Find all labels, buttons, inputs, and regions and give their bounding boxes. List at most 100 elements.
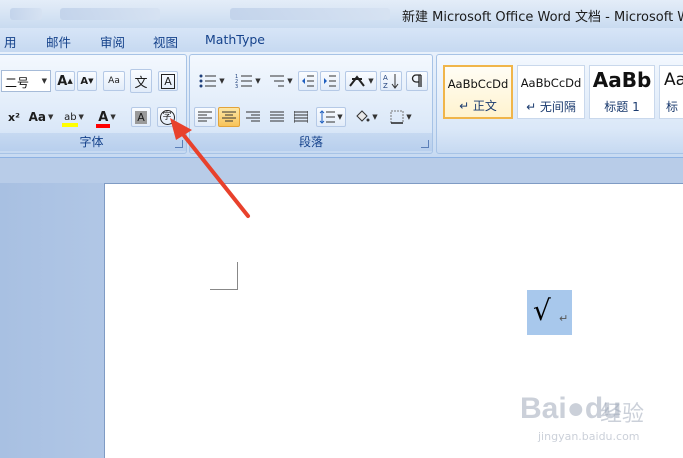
character-shading-button[interactable]: A: [131, 107, 151, 127]
paragraph-mark: ↵: [559, 312, 569, 325]
multilevel-list-button[interactable]: ▼: [266, 71, 296, 91]
font-size-select[interactable]: 二号 ▼: [1, 70, 51, 92]
shading-button[interactable]: ▼: [350, 107, 382, 127]
tab-references[interactable]: 用: [4, 32, 17, 51]
borders-icon: [390, 110, 404, 124]
highlighter-icon: ab: [62, 111, 79, 127]
font-group-label: 字体: [0, 133, 186, 151]
character-border-button[interactable]: A: [158, 71, 178, 91]
align-right-button[interactable]: [242, 107, 264, 127]
multilevel-list-icon: [270, 75, 285, 87]
chevron-down-icon: ▼: [48, 113, 54, 121]
decrease-indent-icon: [302, 75, 314, 87]
decrease-indent-button[interactable]: [298, 71, 318, 91]
style-heading-2[interactable]: Aa 标: [659, 65, 683, 119]
grow-font-button[interactable]: A ▲: [55, 71, 75, 91]
style-heading-1[interactable]: AaBb 标题 1: [589, 65, 655, 119]
tab-mailings[interactable]: 邮件: [46, 32, 71, 51]
style-sample: Aa: [664, 70, 683, 90]
watermark-text: 经验: [600, 402, 645, 427]
show-marks-button[interactable]: [406, 71, 428, 91]
chevron-down-icon: ▼: [287, 77, 293, 85]
character-shading-icon: A: [135, 110, 147, 124]
tab-review[interactable]: 审阅: [100, 32, 125, 51]
align-center-icon: [222, 111, 236, 122]
style-normal[interactable]: AaBbCcDd ↵ 正文: [443, 65, 513, 119]
grow-font-icon: A: [57, 73, 68, 89]
align-center-button[interactable]: [218, 107, 240, 127]
font-size-value: 二号: [5, 76, 30, 90]
bullets-icon: [199, 74, 217, 88]
change-case-button[interactable]: Aa ▼: [27, 107, 55, 127]
chinese-layout-icon: [349, 75, 366, 87]
style-no-spacing[interactable]: AaBbCcDd ↵ 无间隔: [517, 65, 585, 119]
borders-button[interactable]: ▼: [386, 107, 416, 127]
highlight-color-bar: [62, 122, 79, 127]
line-spacing-button[interactable]: ▼: [316, 107, 346, 127]
eraser-icon: Aa: [108, 76, 120, 86]
highlight-label: ab: [64, 111, 77, 123]
font-group: 二号 ▼ A ▲ A ▼ Aa 文 A x² Aa ▼ ab ▼ A ▼ A 字…: [0, 54, 187, 154]
align-left-button[interactable]: [194, 107, 216, 127]
chevron-down-icon: ▼: [368, 77, 374, 85]
ribbon: 二号 ▼ A ▲ A ▼ Aa 文 A x² Aa ▼ ab ▼ A ▼ A 字…: [0, 52, 683, 158]
chevron-down-icon: ▼: [372, 113, 378, 121]
increase-indent-button[interactable]: [320, 71, 340, 91]
style-sample: AaBbCcDd: [447, 77, 509, 91]
tab-mathtype[interactable]: MathType: [205, 32, 265, 47]
watermark-url: jingyan.baidu.com: [538, 430, 640, 443]
chevron-down-icon: ▼: [337, 113, 343, 121]
check-mark-symbol[interactable]: √: [533, 294, 551, 327]
clear-format-button[interactable]: Aa: [103, 71, 125, 91]
svg-text:A: A: [383, 74, 388, 82]
font-color-icon: A: [96, 109, 111, 128]
style-sample: AaBb: [592, 68, 652, 92]
blurred-tab: [60, 8, 160, 20]
justify-button[interactable]: [266, 107, 288, 127]
paint-bucket-icon: [356, 110, 370, 122]
highlight-button[interactable]: ab ▼: [59, 107, 89, 127]
tab-view[interactable]: 视图: [153, 32, 178, 51]
increase-indent-icon: [324, 75, 336, 87]
numbering-button[interactable]: 1 2 3 ▼: [230, 71, 266, 91]
svg-text:Z: Z: [383, 82, 388, 89]
font-color-label: A: [98, 109, 109, 125]
chevron-down-icon: ▼: [219, 77, 225, 85]
character-border-icon: A: [161, 73, 175, 89]
phonetic-guide-button[interactable]: 文: [130, 69, 152, 93]
sort-button[interactable]: AZ: [380, 71, 402, 91]
styles-group: AaBbCcDd ↵ 正文 AaBbCcDd ↵ 无间隔 AaBb 标题 1 A…: [436, 54, 683, 154]
change-case-icon: Aa: [28, 110, 46, 124]
watermark-brand: Bai: [520, 392, 567, 425]
bullets-button[interactable]: ▼: [194, 71, 230, 91]
title-bar: 新建 Microsoft Office Word 文档 - Microsoft …: [0, 0, 683, 28]
enclose-characters-button[interactable]: 字: [157, 107, 177, 127]
chevron-down-icon: ▼: [110, 113, 116, 121]
paragraph-group: ▼ 1 2 3 ▼ ▼ ▼ AZ ▼ ▼ ▼ 段落: [189, 54, 433, 154]
numbering-icon: 123: [235, 74, 253, 88]
justify-icon: [270, 111, 284, 122]
style-name: 标: [666, 100, 679, 114]
distributed-button[interactable]: [290, 107, 312, 127]
paragraph-dialog-launcher-icon[interactable]: [421, 140, 429, 148]
superscript-icon: x²: [8, 110, 20, 124]
ribbon-tabs: 用 邮件 审阅 视图 MathType: [0, 28, 683, 52]
window-title: 新建 Microsoft Office Word 文档 - Microsoft …: [402, 10, 683, 25]
font-dialog-launcher-icon[interactable]: [175, 140, 183, 148]
font-color-bar: [96, 123, 111, 128]
pilcrow-icon: [411, 74, 422, 87]
superscript-button[interactable]: x²: [3, 107, 25, 127]
font-color-button[interactable]: A ▼: [93, 107, 121, 128]
align-right-icon: [246, 111, 260, 122]
shrink-font-icon: A: [80, 75, 89, 87]
shrink-font-button[interactable]: A ▼: [77, 71, 97, 91]
style-name: 标题 1: [604, 100, 640, 114]
chinese-layout-button[interactable]: ▼: [345, 71, 377, 91]
style-name: ↵ 无间隔: [526, 100, 576, 114]
style-sample: AaBbCcDd: [520, 76, 582, 90]
enclose-characters-icon: 字: [159, 109, 175, 125]
distributed-icon: [294, 111, 308, 123]
paragraph-group-label: 段落: [190, 133, 432, 151]
chevron-down-icon: ▼: [406, 113, 412, 121]
blurred-tab: [230, 8, 390, 20]
